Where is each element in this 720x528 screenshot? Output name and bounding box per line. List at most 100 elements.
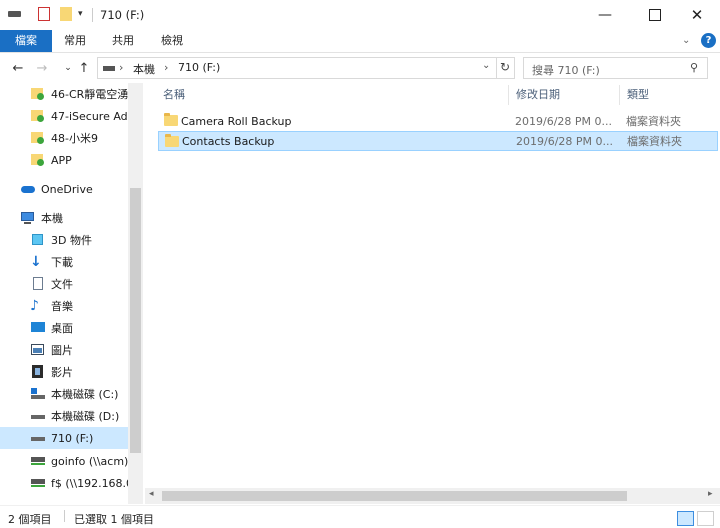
shared-folder-icon [30, 109, 46, 123]
download-icon: ↓ [30, 254, 42, 270]
navigation-bar: ← → ⌄ ↑ › 本機 › 710 (F:) ⌄ ↻ 搜尋 710 (F:) … [0, 53, 720, 83]
nav-item-label: 本機磁碟 (C:) [51, 388, 119, 401]
nav-item-label: OneDrive [41, 182, 93, 196]
quick-access-dropdown-icon[interactable]: ▾ [78, 9, 83, 19]
file-type: 檔案資料夾 [626, 115, 681, 128]
large-icons-view-icon[interactable] [697, 511, 714, 526]
breadcrumb-this-pc[interactable]: 本機 [133, 61, 155, 77]
shared-folder-icon [30, 131, 46, 145]
videos-icon [30, 365, 46, 379]
window-title: 710 (F:) [100, 8, 145, 22]
column-header-name[interactable]: 名稱 [163, 83, 185, 107]
properties-icon[interactable] [38, 7, 50, 21]
title-bar: ▾ 710 (F:) — ✕ [0, 0, 720, 30]
network-drive-icon [30, 476, 46, 490]
system-drive-icon [30, 387, 46, 401]
nav-item-goinfo[interactable]: goinfo (\\acm) [0, 450, 128, 472]
nav-item-pictures[interactable]: 圖片 [0, 339, 128, 361]
details-view-icon[interactable] [677, 511, 694, 526]
nav-item-f-share[interactable]: f$ (\\192.168.0. [0, 472, 128, 494]
nav-item-label: 桌面 [51, 322, 73, 335]
shared-folder-icon [30, 153, 46, 167]
this-pc-icon [20, 211, 36, 225]
file-date: 2019/6/28 PM 0... [516, 134, 614, 148]
nav-item-label: 本機 [41, 212, 63, 225]
crumb-separator-icon[interactable]: › [164, 61, 168, 74]
address-dropdown-icon[interactable]: ⌄ [482, 60, 490, 71]
navigation-pane: 46-CR靜電空湧 47-iSecure Ada 48-小米9 APP OneD… [0, 83, 143, 504]
drive-icon [30, 431, 46, 445]
nav-item-46[interactable]: 46-CR靜電空湧 [0, 83, 128, 105]
search-placeholder: 搜尋 710 (F:) [532, 64, 600, 77]
drive-icon [30, 409, 46, 423]
address-bar[interactable]: › 本機 › 710 (F:) ⌄ ↻ [97, 57, 515, 79]
nav-pane-scroll-thumb[interactable] [130, 188, 141, 453]
selected-count: 已選取 1 個項目 [74, 513, 154, 526]
nav-item-label: 46-CR靜電空湧 [51, 88, 128, 101]
column-divider[interactable] [508, 85, 509, 105]
nav-item-label: APP [51, 153, 72, 167]
title-separator [92, 8, 93, 22]
documents-icon [30, 277, 46, 291]
onedrive-cloud-icon [20, 182, 36, 196]
status-separator [64, 510, 65, 522]
nav-item-label: 3D 物件 [51, 234, 92, 247]
nav-item-this-pc[interactable]: 本機 [0, 207, 128, 229]
nav-item-onedrive[interactable]: OneDrive [0, 178, 128, 200]
help-icon[interactable]: ? [701, 33, 716, 48]
desktop-icon [30, 321, 46, 335]
nav-item-videos[interactable]: 影片 [0, 361, 128, 383]
nav-item-label: f$ (\\192.168.0. [51, 476, 128, 490]
ribbon-expand-icon[interactable]: ⌄ [682, 35, 690, 46]
nav-item-drive-d[interactable]: 本機磁碟 (D:) [0, 405, 128, 427]
close-icon[interactable]: ✕ [674, 0, 720, 30]
tab-view[interactable]: 檢視 [152, 30, 192, 52]
nav-item-label: goinfo (\\acm) [51, 454, 128, 468]
refresh-icon[interactable]: ↻ [500, 60, 510, 74]
3d-objects-icon [30, 233, 46, 247]
maximize-icon[interactable] [632, 0, 678, 30]
back-arrow-icon[interactable]: ← [8, 58, 28, 78]
new-folder-icon[interactable] [60, 7, 72, 21]
breadcrumb-drive[interactable]: 710 (F:) [178, 61, 220, 74]
address-separator [496, 58, 497, 78]
ribbon-tabs: 檔案 常用 共用 檢視 ⌄ ? [0, 30, 720, 53]
search-icon[interactable]: ⚲ [690, 61, 698, 74]
folder-icon [164, 113, 178, 126]
search-input[interactable]: 搜尋 710 (F:) ⚲ [523, 57, 708, 79]
nav-item-label: 本機磁碟 (D:) [51, 410, 120, 423]
column-divider[interactable] [619, 85, 620, 105]
nav-item-desktop[interactable]: 桌面 [0, 317, 128, 339]
column-header-type[interactable]: 類型 [627, 83, 649, 107]
nav-item-drive-f[interactable]: 710 (F:) [0, 427, 128, 449]
nav-item-documents[interactable]: 文件 [0, 273, 128, 295]
tab-file[interactable]: 檔案 [0, 30, 52, 52]
nav-item-48[interactable]: 48-小米9 [0, 127, 128, 149]
crumb-separator-icon[interactable]: › [119, 61, 123, 74]
nav-item-3d-objects[interactable]: 3D 物件 [0, 229, 128, 251]
forward-arrow-icon[interactable]: → [32, 58, 52, 78]
table-row[interactable]: Camera Roll Backup 2019/6/28 PM 0... 檔案資… [158, 111, 718, 131]
nav-item-47[interactable]: 47-iSecure Ada [0, 105, 128, 127]
up-arrow-icon[interactable]: ↑ [74, 58, 94, 78]
minimize-icon[interactable]: — [582, 0, 628, 30]
column-header-date[interactable]: 修改日期 [516, 83, 560, 107]
nav-item-app[interactable]: APP [0, 149, 128, 171]
horizontal-scroll-thumb[interactable] [162, 491, 627, 501]
shared-folder-icon [30, 87, 46, 101]
table-row[interactable]: Contacts Backup 2019/6/28 PM 0... 檔案資料夾 [158, 131, 718, 151]
scroll-right-icon[interactable]: ▸ [708, 489, 713, 499]
tab-share[interactable]: 共用 [104, 30, 142, 52]
tab-home[interactable]: 常用 [56, 30, 94, 52]
nav-item-label: 文件 [51, 278, 73, 291]
file-name: Camera Roll Backup [181, 114, 292, 128]
drive-icon [8, 11, 21, 17]
network-drive-icon [30, 454, 46, 468]
folder-icon [165, 134, 179, 147]
scroll-left-icon[interactable]: ◂ [149, 489, 154, 499]
nav-item-label: 音樂 [51, 300, 73, 313]
nav-item-downloads[interactable]: ↓ 下載 [0, 251, 128, 273]
file-date: 2019/6/28 PM 0... [515, 114, 613, 128]
nav-item-music[interactable]: ♪ 音樂 [0, 295, 128, 317]
nav-item-drive-c[interactable]: 本機磁碟 (C:) [0, 383, 128, 405]
